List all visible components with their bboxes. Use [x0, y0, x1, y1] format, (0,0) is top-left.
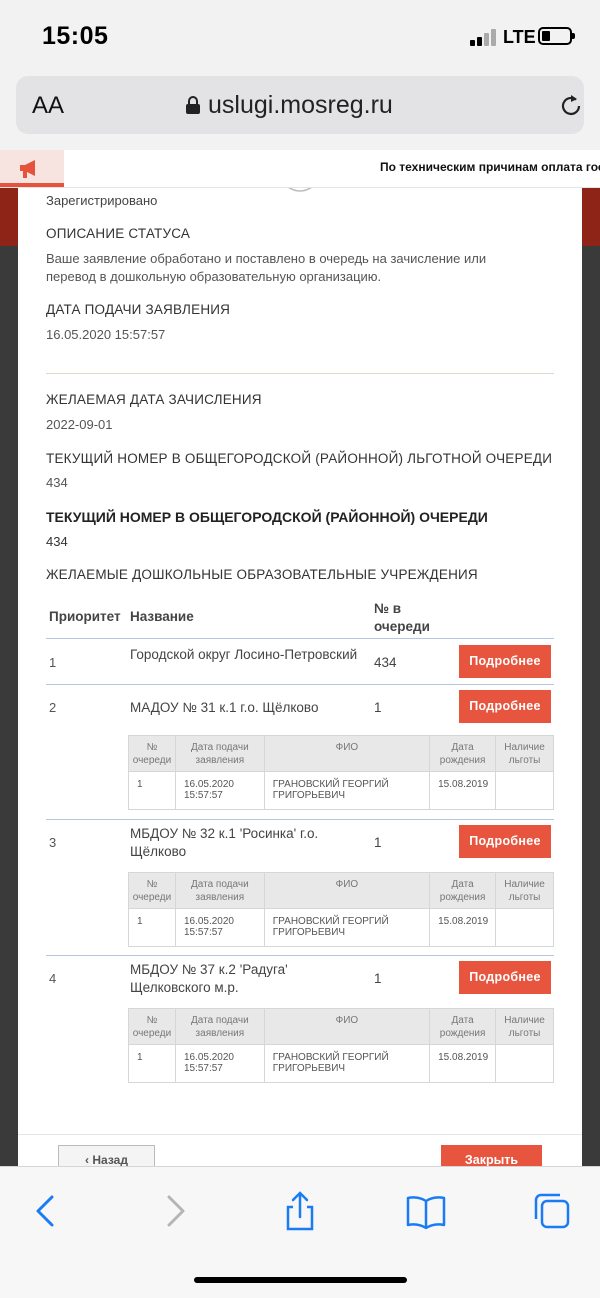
browser-toolbar: [0, 1166, 600, 1298]
back-label: Назад: [92, 1153, 128, 1167]
browser-address-area: AA uslugi.mosreg.ru: [0, 72, 600, 150]
network-type: LTE: [503, 27, 536, 47]
desired-date-value: 2022-09-01: [46, 417, 113, 432]
row4-name-line2: Щелковского м.р.: [130, 980, 239, 995]
col-queue-header-line1: № в: [374, 601, 402, 616]
notice-banner: По техническим причинам оплата гос: [0, 150, 600, 188]
table-divider: [46, 684, 554, 685]
submit-date-value: 16.05.2020 15:57:57: [46, 327, 166, 342]
row4-name-line1: МБДОУ № 37 к.2 'Радуга': [130, 962, 288, 977]
table-divider: [46, 955, 554, 956]
row2-more-button[interactable]: Подробнее: [459, 690, 551, 723]
battery-icon: [538, 27, 575, 45]
queue-label: ТЕКУЩИЙ НОМЕР В ОБЩЕГОРОДСКОЙ (РАЙОННОЙ)…: [46, 509, 488, 525]
table-row: 1 16.05.2020 15:57:57 ГРАНОВСКИЙ ГЕОРГИЙ Г…: [128, 908, 554, 947]
clock: 15:05: [42, 22, 109, 50]
notice-text: По техническим причинам оплата гос: [380, 160, 600, 174]
row3-name-line2: Щёлково: [130, 844, 187, 859]
col-priority-header: Приоритет: [49, 609, 121, 624]
row3-more-button[interactable]: Подробнее: [459, 825, 551, 858]
background-header-left: [0, 188, 18, 246]
signal-icon: [470, 28, 496, 46]
row2-priority: 2: [49, 700, 57, 715]
benefit-queue-value: 434: [46, 475, 68, 490]
row2-subtable: № очереди Дата подачи заявления ФИО Дата ро…: [128, 735, 554, 810]
row3-name-line1: МБДОУ № 32 к.1 'Росинка' г.о.: [130, 826, 319, 841]
back-arrow-icon[interactable]: [26, 1191, 66, 1231]
chevron-down-icon[interactable]: [280, 188, 320, 194]
url-text[interactable]: uslugi.mosreg.ru: [208, 91, 393, 120]
home-indicator: [194, 1277, 407, 1283]
address-bar[interactable]: AA uslugi.mosreg.ru: [16, 76, 584, 134]
desired-date-label: ЖЕЛАЕМАЯ ДАТА ЗАЧИСЛЕНИЯ: [46, 392, 262, 407]
submit-date-label: ДАТА ПОДАЧИ ЗАЯВЛЕНИЯ: [46, 302, 231, 317]
status-description-label: ОПИСАНИЕ СТАТУСА: [46, 226, 191, 241]
queue-value: 434: [46, 534, 68, 549]
megaphone-area: [0, 150, 64, 187]
reload-icon[interactable]: [557, 92, 585, 120]
col-queue-header-line2: очереди: [374, 619, 430, 634]
row3-subtable: № очереди Дата подачи заявления ФИО Дата ро…: [128, 872, 554, 947]
table-row: 1 16.05.2020 15:57:57 ГРАНОВСКИЙ ГЕОРГИЙ Г…: [128, 1044, 554, 1083]
row4-queue: 1: [374, 971, 382, 986]
back-button[interactable]: ‹ Назад: [58, 1145, 155, 1168]
col-name-header: Название: [130, 609, 194, 624]
status-value: Зарегистрировано: [46, 193, 158, 208]
status-description-line1: Ваше заявление обработано и поставлено в…: [46, 251, 487, 266]
row4-more-button[interactable]: Подробнее: [459, 961, 551, 994]
status-bar: 15:05 LTE: [0, 0, 600, 72]
row1-more-button[interactable]: Подробнее: [459, 645, 551, 678]
background-header-right: [582, 188, 600, 246]
institutions-label: ЖЕЛАЕМЫЕ ДОШКОЛЬНЫЕ ОБРАЗОВАТЕЛЬНЫЕ УЧРЕ…: [46, 567, 478, 582]
row4-priority: 4: [49, 971, 57, 986]
table-divider: [46, 638, 554, 639]
application-details-modal: Зарегистрировано ОПИСАНИЕ СТАТУСА Ваше з…: [18, 188, 582, 1168]
row3-priority: 3: [49, 835, 57, 850]
text-size-label: AA: [32, 92, 65, 119]
divider: [46, 373, 554, 374]
megaphone-icon: [20, 160, 35, 178]
table-row: 1 16.05.2020 15:57:57 ГРАНОВСКИЙ ГЕОРГИЙ Г…: [128, 771, 554, 810]
share-icon[interactable]: [280, 1191, 320, 1231]
forward-arrow-icon[interactable]: [155, 1191, 195, 1231]
row1-priority: 1: [49, 655, 57, 670]
row4-subtable: № очереди Дата подачи заявления ФИО Дата ро…: [128, 1008, 554, 1083]
tabs-icon[interactable]: [532, 1191, 572, 1231]
lock-icon: [186, 96, 200, 114]
text-size-button[interactable]: AA: [32, 92, 64, 120]
benefit-queue-label: ТЕКУЩИЙ НОМЕР В ОБЩЕГОРОДСКОЙ (РАЙОННОЙ)…: [46, 451, 553, 466]
row2-name: МАДОУ № 31 к.1 г.о. Щёлково: [130, 700, 319, 715]
row3-queue: 1: [374, 835, 382, 850]
row1-name: Городской округ Лосино-Петровский: [130, 647, 358, 662]
table-divider: [46, 819, 554, 820]
footer-divider: [18, 1134, 582, 1135]
row1-queue: 434: [374, 655, 397, 670]
bookmarks-icon[interactable]: [406, 1191, 446, 1231]
close-button[interactable]: Закрыть: [441, 1145, 542, 1168]
status-description-line2: перевод в дошкольную образовательную орг…: [46, 269, 382, 284]
row2-queue: 1: [374, 700, 382, 715]
